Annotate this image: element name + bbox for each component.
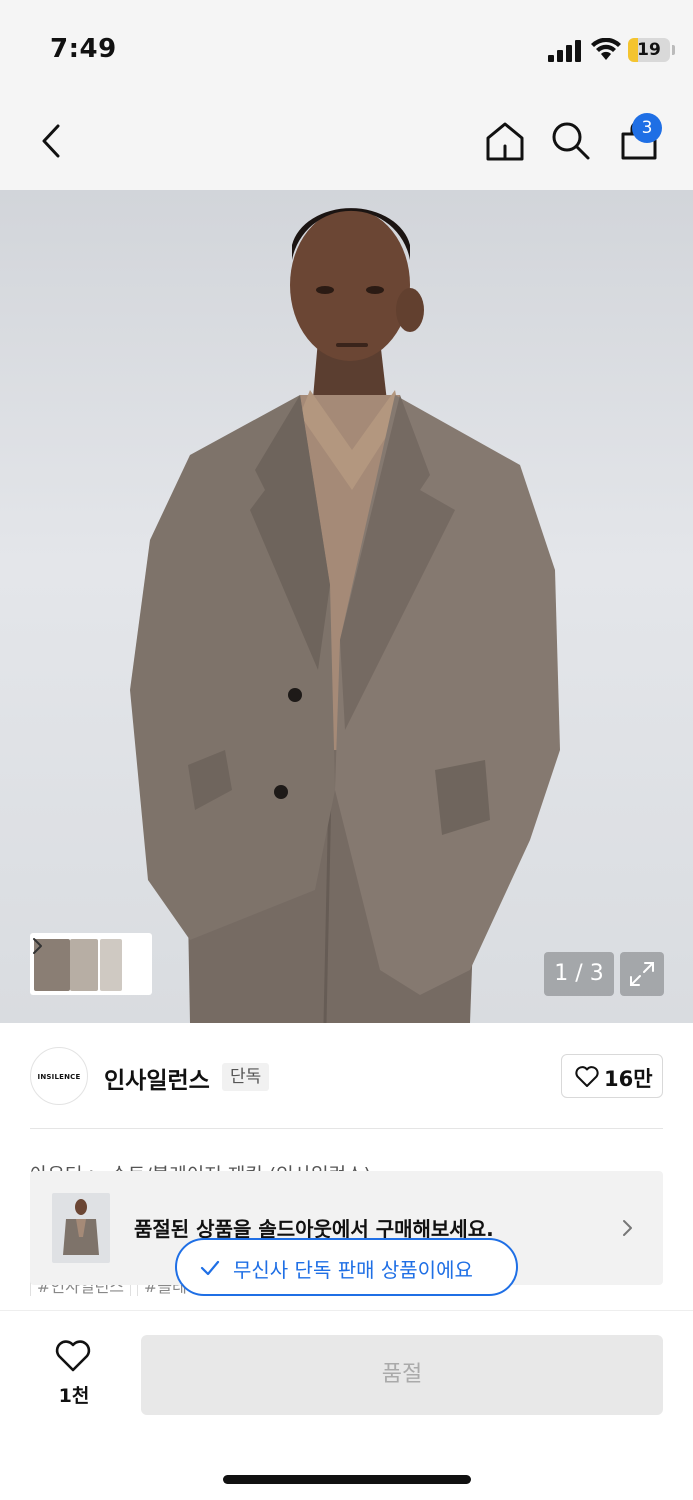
expand-icon <box>630 962 654 986</box>
brand-name[interactable]: 인사일런스 <box>104 1061 210 1095</box>
cellular-signal-icon <box>548 40 581 62</box>
exclusive-notice-pill: 무신사 단독 판매 상품이에요 <box>175 1238 518 1296</box>
wishlist-button[interactable]: 1천 <box>40 1335 108 1415</box>
thumbnail-3[interactable] <box>100 939 122 991</box>
battery-icon: 19 <box>628 38 670 62</box>
heart-icon <box>575 1066 599 1087</box>
divider <box>30 1128 663 1129</box>
battery-cap <box>672 45 675 55</box>
thumbnail-strip[interactable] <box>30 933 152 995</box>
chevron-right-icon[interactable] <box>30 933 46 959</box>
image-page-counter: 1 / 3 <box>544 952 614 996</box>
wishlist-count: 1천 <box>58 1385 90 1407</box>
sold-out-button[interactable]: 품절 <box>141 1335 663 1415</box>
wifi-icon <box>591 38 621 60</box>
brand-like-button[interactable]: 16만 <box>561 1054 663 1098</box>
search-icon[interactable] <box>546 116 596 166</box>
bottom-action-bar: 1천 품절 <box>0 1310 693 1500</box>
product-photo <box>130 208 560 1023</box>
back-icon[interactable] <box>30 118 76 164</box>
status-bar: 7:49 19 <box>0 0 693 92</box>
exclusive-notice-text: 무신사 단독 판매 상품이에요 <box>233 1258 473 1282</box>
exclusive-tag: 단독 <box>222 1063 270 1091</box>
thumbnail-2[interactable] <box>70 939 98 991</box>
battery-level: 19 <box>637 40 661 60</box>
banner-product-thumbnail <box>52 1193 110 1263</box>
expand-image-button[interactable] <box>620 952 664 996</box>
product-image-carousel[interactable]: 1 / 3 <box>0 190 693 1023</box>
home-indicator <box>223 1475 471 1484</box>
cart-count-badge: 3 <box>632 113 662 143</box>
check-icon <box>200 1260 220 1276</box>
heart-icon <box>55 1340 91 1372</box>
brand-like-count: 16만 <box>604 1067 653 1091</box>
status-time: 7:49 <box>50 34 117 64</box>
home-icon[interactable] <box>480 116 530 166</box>
chevron-right-icon <box>623 1220 632 1236</box>
brand-logo[interactable]: INSILENCE <box>30 1047 88 1105</box>
brand-row: INSILENCE 인사일런스 단독 16만 <box>0 1023 693 1129</box>
nav-bar <box>0 92 693 190</box>
